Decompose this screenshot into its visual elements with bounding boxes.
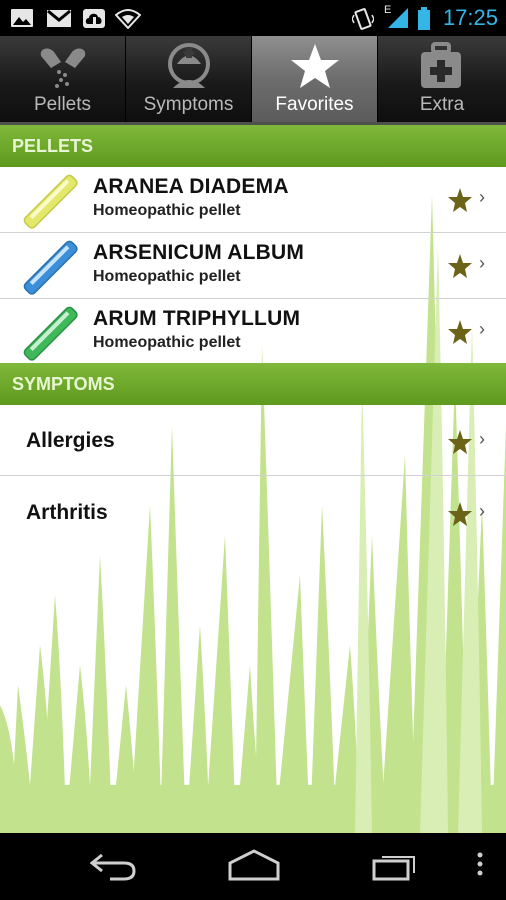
symptoms-icon <box>168 43 210 88</box>
favorite-star-icon[interactable] <box>447 187 473 213</box>
pellet-subtitle: Homeopathic pellet <box>93 202 241 219</box>
tab-label: Symptoms <box>143 94 234 115</box>
pellet-name: ARUM TRIPHYLLUM <box>93 307 301 330</box>
pellet-tube-icon <box>23 240 78 295</box>
battery-icon <box>418 7 430 30</box>
tab-symptoms[interactable]: Symptoms <box>126 36 252 122</box>
back-icon[interactable] <box>88 847 138 883</box>
pellet-name: ARSENICUM ALBUM <box>93 241 305 264</box>
symptom-name: Allergies <box>26 429 115 452</box>
symptom-row-arthritis[interactable]: Arthritis › <box>0 476 506 548</box>
status-time: 17:25 <box>442 5 498 30</box>
gmail-icon <box>47 9 71 27</box>
navigation-bar <box>0 833 506 900</box>
tab-label: Favorites <box>275 94 354 115</box>
chevron-right-icon: › <box>479 319 485 339</box>
recent-apps-icon[interactable] <box>370 847 422 883</box>
pellets-section-header: PELLETS <box>0 125 506 167</box>
pellet-name: ARANEA DIADEMA <box>93 175 289 198</box>
pellet-subtitle: Homeopathic pellet <box>93 268 241 285</box>
favorite-star-icon[interactable] <box>447 429 473 455</box>
pellet-row-arum-triphyllum[interactable]: ARUM TRIPHYLLUM Homeopathic pellet › <box>0 299 506 363</box>
home-icon[interactable] <box>226 847 282 883</box>
status-bar: E 17:25 <box>0 0 506 36</box>
gallery-icon <box>11 9 33 27</box>
tab-bar: Pellets Symptoms Favorites Extra <box>0 36 506 125</box>
chevron-right-icon: › <box>479 253 485 273</box>
tab-pellets[interactable]: Pellets <box>0 36 126 122</box>
pellet-subtitle: Homeopathic pellet <box>93 334 241 351</box>
tab-extra[interactable]: Extra <box>378 36 506 122</box>
symptom-name: Arthritis <box>26 501 108 524</box>
favorite-star-icon[interactable] <box>447 319 473 345</box>
favorite-star-icon[interactable] <box>447 253 473 279</box>
tab-label: Extra <box>419 94 465 115</box>
pellet-row-aranea-diadema[interactable]: ARANEA DIADEMA Homeopathic pellet › <box>0 167 506 233</box>
symptom-row-allergies[interactable]: Allergies › <box>0 405 506 476</box>
tab-label: Pellets <box>33 94 92 115</box>
pellet-tube-icon <box>23 306 78 361</box>
favorite-star-icon[interactable] <box>447 501 473 527</box>
vibrate-icon <box>352 8 374 30</box>
chevron-right-icon: › <box>479 501 485 521</box>
chevron-right-icon: › <box>479 187 485 207</box>
signal-icon <box>388 8 408 28</box>
chevron-right-icon: › <box>479 429 485 449</box>
menu-icon[interactable] <box>474 847 486 883</box>
tab-favorites[interactable]: Favorites <box>252 36 378 122</box>
wifi-icon <box>115 9 141 29</box>
pellet-row-arsenicum-album[interactable]: ARSENICUM ALBUM Homeopathic pellet › <box>0 233 506 299</box>
favorites-list[interactable]: PELLETS ARANEA DIADEMA Homeopathic pelle… <box>0 125 506 833</box>
first-aid-icon <box>421 42 461 88</box>
star-icon <box>291 44 339 88</box>
pellet-tube-icon <box>23 174 78 229</box>
pellets-icon <box>40 48 86 88</box>
upload-icon <box>83 9 105 28</box>
symptoms-section-header: SYMPTOMS <box>0 363 506 405</box>
